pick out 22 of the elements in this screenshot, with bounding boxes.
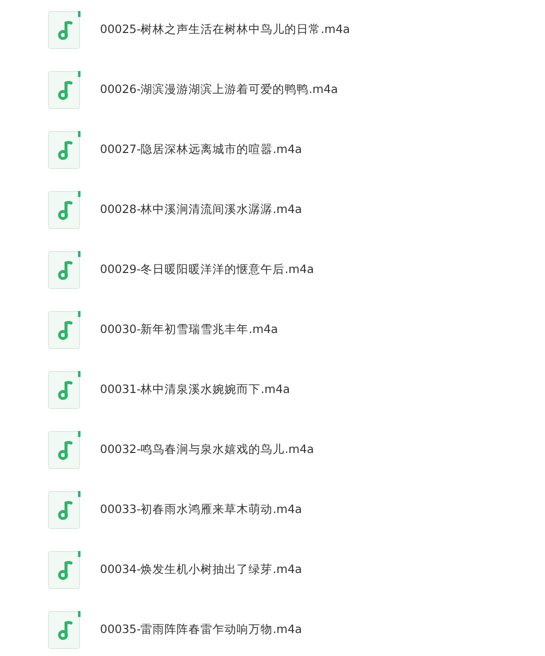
file-name[interactable]: 00031-林中清泉溪水婉婉而下.m4a xyxy=(100,381,290,399)
file-name[interactable]: 00032-鸣鸟春涧与泉水嬉戏的鸟儿.m4a xyxy=(100,441,314,459)
file-name[interactable]: 00026-湖滨漫游湖滨上游着可爱的鸭鸭.m4a xyxy=(100,81,338,99)
file-name[interactable]: 00025-树林之声生活在树林中鸟儿的日常.m4a xyxy=(100,21,350,39)
audio-file-icon xyxy=(48,131,81,169)
file-name[interactable]: 00029-冬日暖阳暖洋洋的惬意午后.m4a xyxy=(100,261,314,279)
file-name[interactable]: 00033-初春雨水鸿雁来草木萌动.m4a xyxy=(100,501,302,519)
audio-file-icon xyxy=(48,191,81,229)
file-name[interactable]: 00027-隐居深林远离城市的喧嚣.m4a xyxy=(100,141,302,159)
audio-file-icon xyxy=(48,11,81,49)
audio-file-icon xyxy=(48,71,81,109)
file-name[interactable]: 00034-焕发生机小树抽出了绿芽.m4a xyxy=(100,561,302,579)
audio-file-icon xyxy=(48,311,81,349)
audio-file-icon xyxy=(48,551,81,589)
audio-file-icon xyxy=(48,611,81,649)
file-name[interactable]: 00035-雷雨阵阵春雷乍动响万物.m4a xyxy=(100,621,302,639)
audio-file-icon xyxy=(48,431,81,469)
audio-file-icon xyxy=(48,251,81,289)
file-name[interactable]: 00030-新年初雪瑞雪兆丰年.m4a xyxy=(100,321,278,339)
file-name[interactable]: 00028-林中溪涧清流间溪水潺潺.m4a xyxy=(100,201,302,219)
audio-file-icon xyxy=(48,371,81,409)
audio-file-icon xyxy=(48,491,81,529)
